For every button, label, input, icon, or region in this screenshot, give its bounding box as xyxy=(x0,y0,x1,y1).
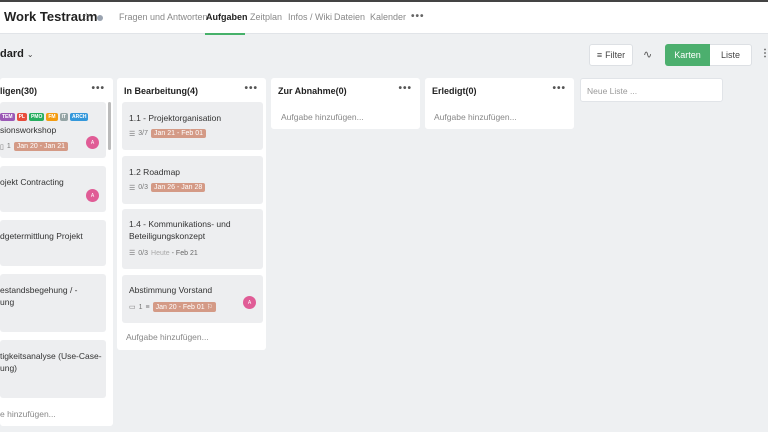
task-card[interactable]: TEM PL PMO FM IT ARCH sionsworkshop ▯ 1 J… xyxy=(0,102,106,158)
more-tabs-icon[interactable]: ••• xyxy=(411,11,425,22)
tab-aufgaben[interactable]: Aufgaben xyxy=(206,12,248,22)
date-badge: Jan 20 - Feb 01 ⚐ xyxy=(152,302,216,312)
filter-icon: ≡ xyxy=(596,50,603,60)
task-meta: ▯ 1 Jan 20 - Jan 21 xyxy=(0,142,69,151)
task-title: Abstimmung Vorstand xyxy=(129,285,213,295)
add-task-link[interactable]: e hinzufügen... xyxy=(0,409,56,419)
date-text: Heute - Feb 21 xyxy=(151,250,198,257)
task-title-line: tigkeitsanalyse (Use-Case- xyxy=(0,351,102,361)
column-more-icon[interactable]: ••• xyxy=(552,83,566,94)
comment-count: 1 xyxy=(6,143,11,150)
task-title-line: estandsbegehung / - xyxy=(0,285,78,295)
date-badge: Jan 26 - Jan 28 xyxy=(151,183,206,192)
add-task-link[interactable]: Aufgabe hinzufügen... xyxy=(126,332,209,342)
filter-button[interactable]: ≡ Filter xyxy=(589,44,633,66)
activity-icon[interactable]: ∿ xyxy=(643,48,652,61)
more-icon[interactable]: ⋮ xyxy=(760,48,768,59)
date-start: Heute xyxy=(151,249,170,257)
task-title: sionsworkshop xyxy=(0,125,57,135)
task-meta: ☰ 0/3 Jan 26 - Jan 28 xyxy=(129,183,206,192)
checklist-icon: ☰ xyxy=(129,184,136,192)
active-tab-indicator xyxy=(205,33,245,35)
new-list-input[interactable]: Neue Liste ... xyxy=(580,78,723,102)
add-task-link[interactable]: Aufgabe hinzufügen... xyxy=(281,112,364,122)
column-title: In Bearbeitung(4) xyxy=(124,86,199,96)
comment-icon: ▯ xyxy=(0,143,4,151)
tab-dateien[interactable]: Dateien xyxy=(334,12,365,22)
task-card[interactable]: 1.1 - Projektorganisation ☰ 3/7 Jan 21 - … xyxy=(122,102,263,150)
checklist-count: 3/7 xyxy=(138,130,149,137)
task-meta: ▭ 1 ≡ Jan 20 - Feb 01 ⚐ xyxy=(129,302,216,312)
task-card[interactable]: estandsbegehung / - ung xyxy=(0,274,106,332)
view-list-button[interactable]: Liste xyxy=(710,44,752,66)
view-cards-button[interactable]: Karten xyxy=(665,44,710,66)
task-title-line: ung xyxy=(0,297,15,307)
task-card[interactable]: Abstimmung Vorstand ▭ 1 ≡ Jan 20 - Feb 01… xyxy=(122,275,263,323)
date-badge: Jan 20 - Jan 21 xyxy=(13,142,69,151)
add-task-link[interactable]: Aufgabe hinzufügen... xyxy=(434,112,517,122)
task-card[interactable]: tigkeitsanalyse (Use-Case- ung) xyxy=(0,340,106,398)
tag-list: TEM PL PMO FM IT ARCH xyxy=(0,113,89,121)
task-card[interactable]: 1.2 Roadmap ☰ 0/3 Jan 26 - Jan 28 xyxy=(122,156,263,204)
comment-count: 1 xyxy=(138,303,143,311)
column-scrollbar[interactable] xyxy=(108,102,111,150)
task-title-line: ung) xyxy=(0,363,18,373)
task-title-line: 1.4 - Kommunikations- und xyxy=(129,219,231,229)
column-zur-abnahme: Zur Abnahme(0) ••• Aufgabe hinzufügen... xyxy=(271,78,420,129)
tab-wiki[interactable]: Infos / Wiki xyxy=(288,12,332,22)
task-title: dgetermittlung Projekt xyxy=(0,231,83,241)
task-card[interactable]: ojekt Contracting A xyxy=(0,166,106,212)
date-end: - Feb 21 xyxy=(171,249,198,257)
column-more-icon[interactable]: ••• xyxy=(398,83,412,94)
task-meta: ☰ 0/3 Heute - Feb 21 xyxy=(129,249,198,258)
top-bar: Work Testraum ☆ Fragen und Antworten Auf… xyxy=(0,0,768,35)
column-title: Zur Abnahme(0) xyxy=(278,86,347,96)
task-title-line: Beteiligungskonzept xyxy=(129,231,206,241)
bell-icon: ⚐ xyxy=(206,304,213,311)
task-meta: ☰ 3/7 Jan 21 - Feb 01 xyxy=(129,129,207,138)
tag: ARCH xyxy=(70,113,89,121)
column-title: Erledigt(0) xyxy=(432,86,477,96)
column-more-icon[interactable]: ••• xyxy=(91,83,105,94)
task-card[interactable]: dgetermittlung Projekt xyxy=(0,220,106,266)
task-title: ojekt Contracting xyxy=(0,177,64,187)
star-icon[interactable]: ☆ xyxy=(81,10,92,24)
column-more-icon[interactable]: ••• xyxy=(244,83,258,94)
column-erledigt: Erledigt(0) ••• Aufgabe hinzufügen... xyxy=(425,78,574,129)
checklist-icon: ☰ xyxy=(129,130,136,138)
new-list-placeholder: Neue Liste ... xyxy=(587,86,638,96)
task-title: 1.2 Roadmap xyxy=(129,167,181,177)
task-title: 1.1 - Projektorganisation xyxy=(129,113,222,123)
board-selector-label: dard xyxy=(0,48,24,60)
checklist-count: 0/3 xyxy=(138,184,149,191)
comment-icon: ▭ xyxy=(129,304,136,311)
tab-zeitplan[interactable]: Zeitplan xyxy=(250,12,282,22)
filter-label: Filter xyxy=(605,50,626,60)
column-in-bearbeitung: In Bearbeitung(4) ••• 1.1 - Projektorgan… xyxy=(117,78,266,350)
avatar[interactable]: A xyxy=(243,296,256,309)
tab-kalender[interactable]: Kalender xyxy=(370,12,406,22)
chevron-down-icon: ⌄ xyxy=(26,50,34,59)
tag: PL xyxy=(16,113,27,121)
checklist-count: 0/3 xyxy=(138,249,149,257)
tag: TEM xyxy=(0,113,15,121)
date-text: Jan 20 - Feb 01 xyxy=(155,304,205,311)
task-card[interactable]: 1.4 - Kommunikations- und Beteiligungsko… xyxy=(122,209,263,269)
tag: FM xyxy=(46,113,58,121)
avatar[interactable]: A xyxy=(86,136,99,149)
column-title: ligen(30) xyxy=(0,86,38,96)
checklist-icon: ☰ xyxy=(129,250,136,257)
tab-fragen[interactable]: Fragen und Antworten xyxy=(119,12,208,22)
avatar[interactable]: A xyxy=(86,189,99,202)
board-selector[interactable]: dard ⌄ xyxy=(0,48,34,60)
description-icon: ≡ xyxy=(145,303,150,311)
tag: IT xyxy=(59,113,69,121)
column-offen: ligen(30) ••• TEM PL PMO FM IT ARCH sion… xyxy=(0,78,113,426)
tag: PMO xyxy=(28,113,45,121)
status-dot-icon xyxy=(97,15,103,21)
date-badge: Jan 21 - Feb 01 xyxy=(151,129,207,138)
